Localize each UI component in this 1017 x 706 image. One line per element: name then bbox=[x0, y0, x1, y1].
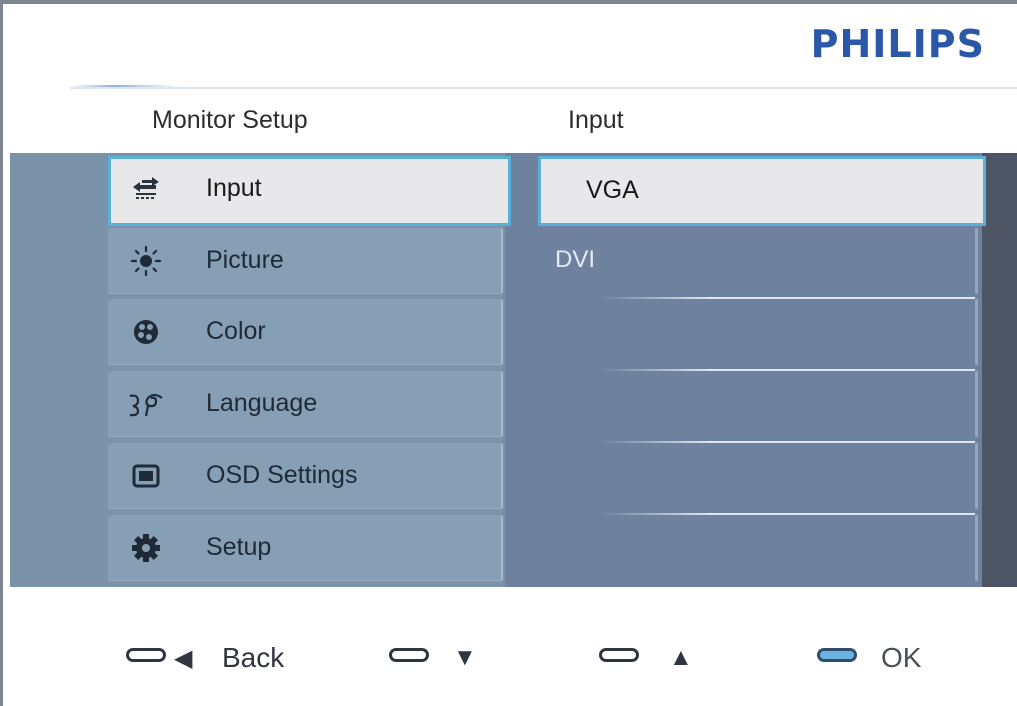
button-pill-icon bbox=[126, 648, 166, 662]
triangle-down-icon: ▼ bbox=[453, 644, 477, 671]
submenu-item-vga[interactable]: VGA bbox=[538, 156, 986, 226]
button-pill-icon bbox=[817, 648, 857, 662]
menu-item-color[interactable]: Color bbox=[108, 299, 503, 365]
brand-logo: PHILIPS bbox=[810, 22, 985, 66]
menu-item-language[interactable]: Language bbox=[108, 371, 503, 437]
submenu-item-empty bbox=[505, 443, 977, 509]
back-label: Back bbox=[222, 642, 285, 673]
menu-item-input[interactable]: Input bbox=[108, 156, 511, 226]
header-divider bbox=[70, 87, 1017, 89]
submenu-edge bbox=[975, 371, 978, 437]
menu-item-label: Picture bbox=[206, 246, 284, 274]
main-menu-title: Monitor Setup bbox=[152, 106, 308, 134]
submenu-divider bbox=[600, 513, 975, 515]
screen-icon bbox=[132, 464, 160, 488]
input-arrows-icon bbox=[133, 177, 159, 199]
submenu-edge bbox=[975, 228, 978, 294]
menu-item-label: OSD Settings bbox=[206, 461, 358, 489]
submenu-item-empty bbox=[505, 371, 977, 437]
menu-item-picture[interactable]: Picture bbox=[108, 228, 503, 294]
menu-item-label: Input bbox=[206, 174, 262, 202]
submenu-item-label: DVI bbox=[555, 246, 596, 273]
submenu-item-dvi[interactable]: DVI bbox=[505, 228, 977, 294]
submenu-item-empty bbox=[505, 299, 977, 365]
menu-item-setup[interactable]: Setup bbox=[108, 515, 503, 581]
menu-item-label: Setup bbox=[206, 533, 272, 561]
menu-item-label: Language bbox=[206, 389, 318, 417]
submenu-item-label: VGA bbox=[586, 176, 639, 204]
triangle-left-icon: ◀ bbox=[174, 645, 193, 672]
button-pill-icon bbox=[599, 648, 639, 662]
sun-icon bbox=[130, 245, 162, 277]
submenu-scroll-strip bbox=[982, 153, 1017, 587]
language-icon bbox=[129, 393, 163, 417]
back-button[interactable]: ◀ Back bbox=[126, 640, 306, 676]
up-button[interactable]: ▲ bbox=[599, 640, 699, 676]
triangle-up-icon: ▲ bbox=[669, 644, 693, 671]
down-button[interactable]: ▼ bbox=[389, 640, 479, 676]
button-pill-icon bbox=[389, 648, 429, 662]
submenu-title: Input bbox=[568, 106, 624, 134]
menu-item-osd-settings[interactable]: OSD Settings bbox=[108, 443, 503, 509]
submenu-item-empty bbox=[505, 515, 977, 581]
palette-icon bbox=[134, 320, 158, 344]
submenu-divider bbox=[600, 297, 975, 299]
submenu-divider bbox=[600, 369, 975, 371]
submenu-edge bbox=[975, 443, 978, 509]
ok-label: OK bbox=[881, 642, 922, 673]
submenu-edge bbox=[975, 515, 978, 581]
gear-icon bbox=[132, 534, 160, 562]
submenu-edge bbox=[975, 299, 978, 365]
menu-item-label: Color bbox=[206, 317, 266, 345]
submenu-divider bbox=[600, 441, 975, 443]
ok-button[interactable]: OK bbox=[817, 640, 937, 676]
